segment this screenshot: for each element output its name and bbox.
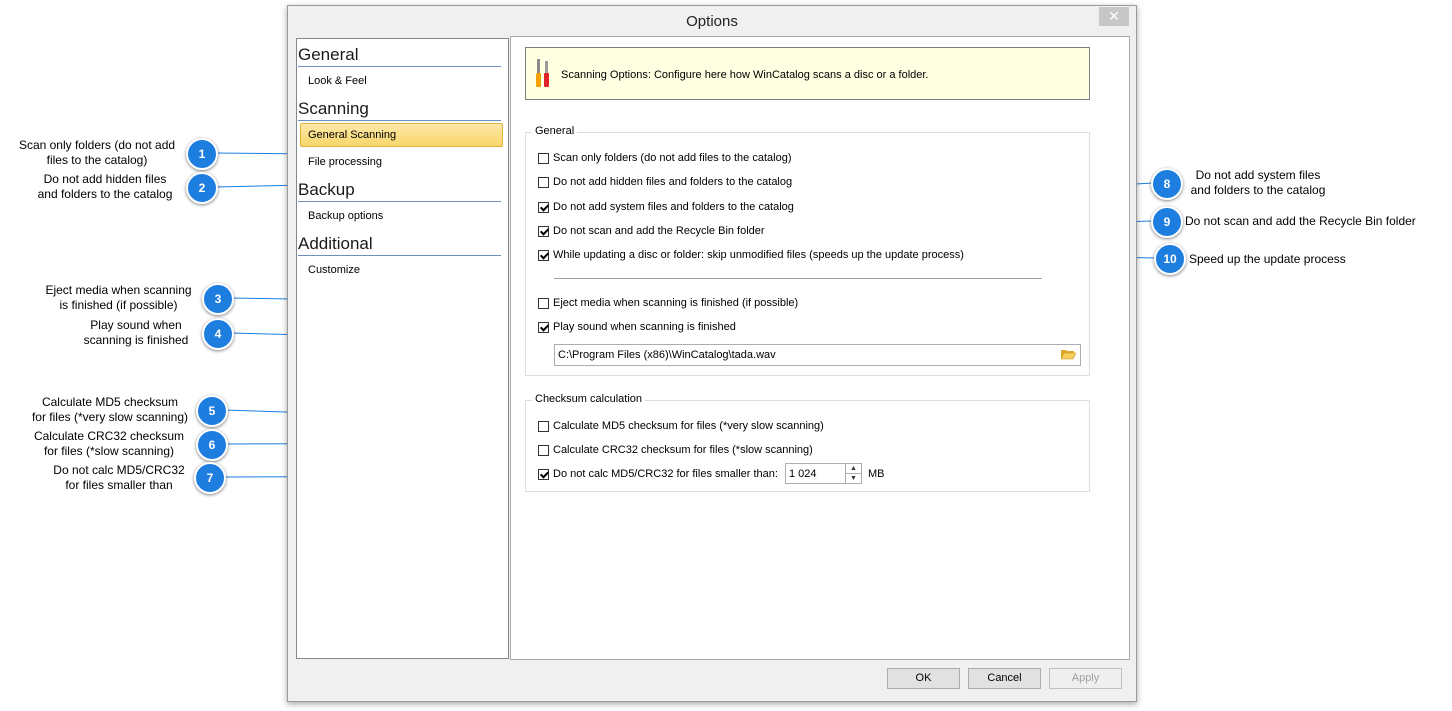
window-title: Options — [686, 13, 738, 30]
nav-item-backup-options[interactable]: Backup options — [308, 210, 383, 222]
label-min-size: Do not calc MD5/CRC32 for files smaller … — [553, 468, 778, 480]
callout-badge-8: 8 — [1151, 168, 1183, 200]
label-md5: Calculate MD5 checksum for files (*very … — [553, 420, 824, 432]
checkbox-scan-only-folders[interactable] — [538, 153, 549, 164]
sound-path-input[interactable]: C:\Program Files (x86)\WinCatalog\tada.w… — [554, 344, 1081, 366]
callout-7-line1: Do not calc MD5/CRC32 — [53, 463, 185, 477]
callout-text-3: Eject media when scanning is finished (i… — [26, 283, 211, 313]
label-skip-recycle-bin: Do not scan and add the Recycle Bin fold… — [553, 225, 765, 237]
general-group: General Scan only folders (do not add fi… — [525, 125, 1090, 376]
callout-text-5: Calculate MD5 checksum for files (*very … — [22, 395, 198, 425]
options-nav: General Look & Feel Scanning General Sca… — [296, 38, 509, 659]
callout-8-line1: Do not add system files — [1195, 168, 1321, 182]
callout-2-line2: and folders to the catalog — [37, 187, 173, 201]
callout-7-line2: for files smaller than — [65, 478, 173, 492]
nav-heading-scanning: Scanning — [298, 99, 501, 121]
callout-text-9: Do not scan and add the Recycle Bin fold… — [1185, 214, 1416, 228]
checkbox-crc32[interactable] — [538, 445, 549, 456]
callout-badge-10: 10 — [1154, 243, 1186, 275]
callout-3-line2: is finished (if possible) — [59, 298, 178, 312]
nav-heading-backup: Backup — [298, 180, 501, 202]
stepper-up-icon[interactable]: ▲ — [846, 464, 861, 474]
callout-text-4: Play sound when scanning is finished — [66, 318, 206, 348]
callout-1-line1: Scan only folders (do not add — [18, 138, 176, 152]
folder-open-icon[interactable] — [1061, 348, 1076, 360]
checksum-group-title: Checksum calculation — [532, 393, 645, 405]
callout-text-7: Do not calc MD5/CRC32 for files smaller … — [40, 463, 198, 493]
callout-badge-1: 1 — [186, 138, 218, 170]
callout-badge-4: 4 — [202, 318, 234, 350]
callout-badge-9: 9 — [1151, 206, 1183, 238]
label-crc32: Calculate CRC32 checksum for files (*slo… — [553, 444, 813, 456]
label-skip-unmodified: While updating a disc or folder: skip un… — [553, 249, 964, 261]
label-play-sound: Play sound when scanning is finished — [553, 321, 736, 333]
callout-6-line2: for files (*slow scanning) — [43, 444, 175, 458]
nav-item-general-scanning[interactable]: General Scanning — [300, 123, 503, 147]
callout-1-line2: files to the catalog) — [46, 153, 148, 167]
label-eject-media: Eject media when scanning is finished (i… — [553, 297, 799, 309]
callout-4-line2: scanning is finished — [83, 333, 189, 347]
title-bar: Options ✕ — [288, 6, 1136, 36]
size-unit: MB — [868, 468, 885, 480]
checkbox-min-size[interactable] — [538, 469, 549, 480]
callout-badge-3: 3 — [202, 283, 234, 315]
general-group-title: General — [532, 125, 578, 137]
checkbox-skip-unmodified[interactable] — [538, 250, 549, 261]
min-size-stepper[interactable]: 1 024 ▲ ▼ — [785, 463, 862, 484]
ok-button[interactable]: OK — [887, 668, 960, 689]
callout-8-line2: and folders to the catalog — [1190, 183, 1326, 197]
checksum-group: Checksum calculation Calculate MD5 check… — [525, 393, 1090, 492]
callout-6-line1: Calculate CRC32 checksum — [33, 429, 185, 443]
callout-badge-6: 6 — [196, 429, 228, 461]
callout-2-line1: Do not add hidden files — [43, 172, 167, 186]
nav-heading-additional: Additional — [298, 234, 501, 256]
checkbox-md5[interactable] — [538, 421, 549, 432]
callout-text-8: Do not add system files and folders to t… — [1183, 168, 1333, 198]
callout-text-1: Scan only folders (do not add files to t… — [8, 138, 186, 168]
callout-text-6: Calculate CRC32 checksum for files (*slo… — [22, 429, 196, 459]
stepper-down-icon[interactable]: ▼ — [846, 474, 861, 483]
checkbox-skip-recycle-bin[interactable] — [538, 226, 549, 237]
callout-4-line1: Play sound when — [90, 318, 182, 332]
checkbox-skip-hidden[interactable] — [538, 177, 549, 188]
callout-text-2: Do not add hidden files and folders to t… — [20, 172, 190, 202]
tools-icon — [536, 59, 549, 87]
nav-heading-general: General — [298, 45, 501, 67]
nav-item-file-processing[interactable]: File processing — [308, 156, 382, 168]
callout-5-line1: Calculate MD5 checksum — [41, 395, 179, 409]
callout-badge-2: 2 — [186, 172, 218, 204]
label-skip-hidden: Do not add hidden files and folders to t… — [553, 176, 793, 188]
checkbox-eject-media[interactable] — [538, 298, 549, 309]
banner-text: Scanning Options: Configure here how Win… — [561, 69, 929, 81]
separator — [554, 278, 1042, 279]
info-banner: Scanning Options: Configure here how Win… — [525, 47, 1090, 100]
nav-item-customize[interactable]: Customize — [308, 264, 360, 276]
nav-item-look-feel[interactable]: Look & Feel — [308, 75, 367, 87]
options-dialog: Options ✕ General Look & Feel Scanning G… — [287, 5, 1137, 702]
checkbox-play-sound[interactable] — [538, 322, 549, 333]
apply-button[interactable]: Apply — [1049, 668, 1122, 689]
callout-3-line1: Eject media when scanning — [45, 283, 192, 297]
label-skip-system: Do not add system files and folders to t… — [553, 201, 794, 213]
cancel-button[interactable]: Cancel — [968, 668, 1041, 689]
min-size-value: 1 024 — [789, 468, 817, 480]
label-scan-only-folders: Scan only folders (do not add files to t… — [553, 152, 792, 164]
callout-badge-5: 5 — [196, 395, 228, 427]
callout-badge-7: 7 — [194, 462, 226, 494]
checkbox-skip-system[interactable] — [538, 202, 549, 213]
callout-text-10: Speed up the update process — [1189, 252, 1346, 266]
callout-5-line2: for files (*very slow scanning) — [31, 410, 189, 424]
close-icon[interactable]: ✕ — [1099, 7, 1129, 26]
sound-path-value: C:\Program Files (x86)\WinCatalog\tada.w… — [558, 349, 776, 361]
stepper-buttons: ▲ ▼ — [845, 464, 861, 483]
